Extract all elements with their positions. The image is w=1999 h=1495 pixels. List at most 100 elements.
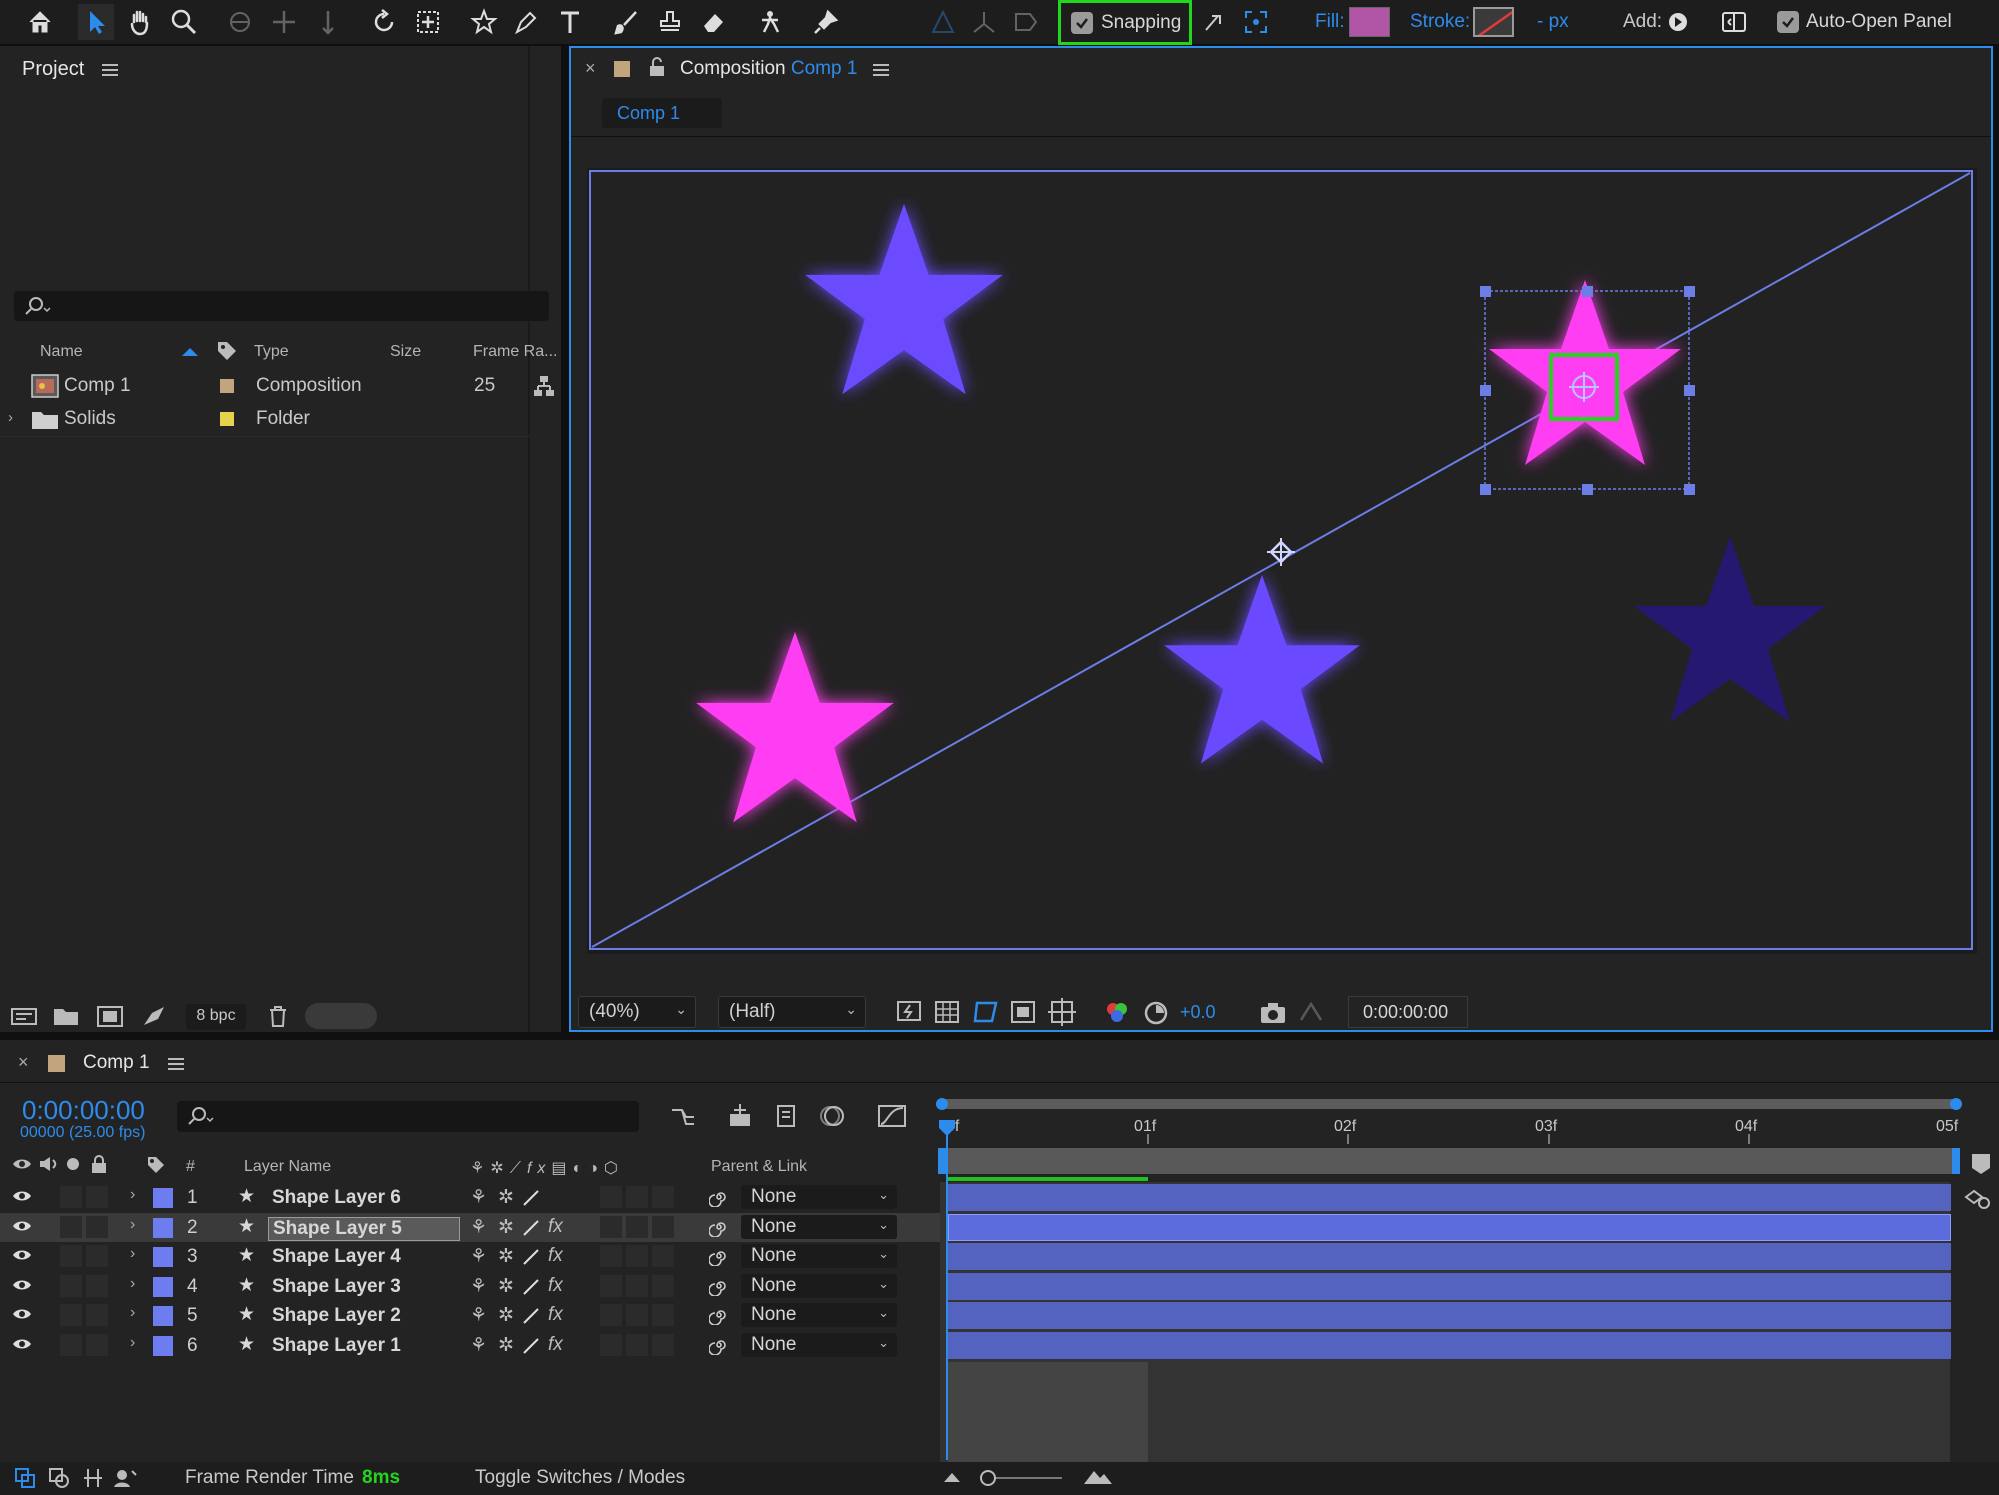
- zoom-tool-icon[interactable]: [166, 4, 202, 40]
- lock-icon[interactable]: [648, 57, 666, 77]
- fx-switch-icon[interactable]: fx: [548, 1245, 563, 1267]
- rotation-tool-icon[interactable]: [366, 4, 402, 40]
- toggle-switches-modes-button[interactable]: Toggle Switches / Modes: [475, 1467, 685, 1489]
- star-shape-layer-3[interactable]: [1164, 574, 1360, 764]
- current-time-display[interactable]: 0:00:00:00: [22, 1095, 145, 1126]
- snapping-toggle[interactable]: Snapping: [1058, 0, 1192, 45]
- mask-visibility-icon[interactable]: [972, 999, 1000, 1025]
- shy-switch-icon[interactable]: ⚘: [470, 1334, 487, 1357]
- 3d-layer-switch[interactable]: [652, 1216, 674, 1238]
- work-area-end-handle[interactable]: [1950, 1098, 1962, 1110]
- project-search-input[interactable]: [14, 291, 549, 321]
- layer-row[interactable]: › 4 ★ Shape Layer 3 ⚘ ✲ fx None ⌄: [0, 1272, 940, 1301]
- stroke-width-field[interactable]: - px: [1537, 11, 1569, 33]
- layer-label-color[interactable]: [153, 1336, 173, 1356]
- solo-switch[interactable]: [60, 1245, 82, 1267]
- lock-switch[interactable]: [86, 1334, 108, 1356]
- column-frame-rate[interactable]: Frame Ra...: [473, 343, 557, 361]
- pick-whip-spiral-icon[interactable]: [709, 1335, 729, 1355]
- expand-chevron-icon[interactable]: ›: [8, 409, 13, 426]
- work-area-bar[interactable]: [936, 1099, 1961, 1109]
- layer-label-color[interactable]: [153, 1247, 173, 1267]
- collapse-switch-icon[interactable]: ✲: [498, 1334, 514, 1357]
- reset-exposure-icon[interactable]: [1143, 1000, 1169, 1026]
- close-tab-icon[interactable]: ×: [585, 58, 596, 79]
- layer-name[interactable]: Shape Layer 1: [272, 1335, 401, 1357]
- quality-switch-icon[interactable]: [522, 1248, 540, 1266]
- lock-switch[interactable]: [86, 1245, 108, 1267]
- shy-switch-icon[interactable]: ⚘: [470, 1186, 487, 1209]
- quality-switch-icon[interactable]: [522, 1307, 540, 1325]
- 3d-layer-switch[interactable]: [652, 1245, 674, 1267]
- parent-dropdown[interactable]: None ⌄: [741, 1215, 897, 1239]
- channel-rgb-icon[interactable]: [1104, 1000, 1130, 1026]
- snapshot-camera-icon[interactable]: [1259, 1001, 1287, 1025]
- shy-switch-icon[interactable]: ⚘: [470, 1245, 487, 1268]
- grid-guides-icon[interactable]: [1048, 998, 1076, 1026]
- collapse-switch-icon[interactable]: ✲: [498, 1304, 514, 1327]
- expand-chevron-icon[interactable]: ›: [130, 1275, 135, 1293]
- timeline-menu-icon[interactable]: [168, 1058, 184, 1070]
- layer-name[interactable]: Shape Layer 4: [272, 1246, 401, 1268]
- keyframe-nav-icon[interactable]: [1964, 1187, 1992, 1213]
- adjust-project-settings-icon[interactable]: [140, 1005, 168, 1027]
- viewer-tab[interactable]: Composition Comp 1: [680, 58, 857, 80]
- collapse-switch-icon[interactable]: ✲: [498, 1245, 514, 1268]
- interpret-footage-icon[interactable]: [10, 1005, 38, 1027]
- layer-name[interactable]: Shape Layer 5: [268, 1217, 460, 1241]
- adjustment-switch[interactable]: [626, 1334, 648, 1356]
- parent-dropdown[interactable]: None ⌄: [741, 1303, 897, 1327]
- add-property-icon[interactable]: [1660, 4, 1696, 40]
- panel-toggle-icon[interactable]: [1716, 4, 1752, 40]
- auto-open-checkbox[interactable]: [1777, 11, 1799, 33]
- layer-duration-bar[interactable]: [948, 1332, 1951, 1359]
- home-icon[interactable]: [22, 4, 58, 40]
- zoom-out-mountain-icon[interactable]: [942, 1470, 962, 1484]
- thumbnail-slider[interactable]: [305, 1003, 377, 1029]
- shy-switch-icon[interactable]: ⚘: [470, 1216, 487, 1239]
- quality-switch-icon[interactable]: [522, 1189, 540, 1207]
- world-axis-mode-icon[interactable]: [966, 4, 1002, 40]
- expand-chevron-icon[interactable]: ›: [130, 1216, 135, 1234]
- navigator-end-handle[interactable]: [1952, 1148, 1960, 1174]
- hide-shy-layers-icon[interactable]: [772, 1102, 800, 1130]
- fx-switch-icon[interactable]: fx: [548, 1304, 563, 1326]
- quality-switch-icon[interactable]: [522, 1337, 540, 1355]
- 3d-layer-switch[interactable]: [652, 1275, 674, 1297]
- layer-row[interactable]: › 5 ★ Shape Layer 2 ⚘ ✲ fx None ⌄: [0, 1301, 940, 1330]
- column-type[interactable]: Type: [254, 343, 289, 361]
- transparency-grid-icon[interactable]: [934, 1000, 960, 1024]
- solo-switch[interactable]: [60, 1186, 82, 1208]
- quality-switch-icon[interactable]: [522, 1219, 540, 1237]
- lock-switch[interactable]: [86, 1216, 108, 1238]
- lock-switch[interactable]: [86, 1275, 108, 1297]
- new-composition-icon[interactable]: [96, 1005, 124, 1027]
- stroke-label[interactable]: Stroke:: [1410, 11, 1470, 33]
- show-snapshot-icon[interactable]: [1297, 1000, 1323, 1026]
- collapse-switch-icon[interactable]: ✲: [498, 1186, 514, 1209]
- pan-camera-icon[interactable]: [266, 4, 302, 40]
- layer-duration-bar[interactable]: [948, 1184, 1951, 1211]
- path-midpoint-icon[interactable]: [1267, 538, 1295, 566]
- label-tag-icon[interactable]: [216, 340, 238, 362]
- draft-3d-icon[interactable]: [726, 1102, 754, 1130]
- snap-feather-icon[interactable]: [1196, 4, 1232, 40]
- fast-previews-icon[interactable]: [896, 1000, 922, 1024]
- motion-blur-switch[interactable]: [600, 1304, 622, 1326]
- graph-editor-icon[interactable]: [877, 1102, 907, 1130]
- 3d-layer-switch[interactable]: [652, 1334, 674, 1356]
- brush-tool-icon[interactable]: [608, 4, 644, 40]
- expand-chevron-icon[interactable]: ›: [130, 1186, 135, 1204]
- layer-label-color[interactable]: [153, 1277, 173, 1297]
- zoom-in-mountain-icon[interactable]: [1082, 1468, 1114, 1486]
- expand-chevron-icon[interactable]: ›: [130, 1334, 135, 1352]
- project-item-solids[interactable]: › Solids Folder: [0, 403, 530, 435]
- snapping-checkbox[interactable]: [1071, 11, 1093, 34]
- layer-label-color[interactable]: [153, 1188, 173, 1208]
- dolly-camera-icon[interactable]: [310, 4, 346, 40]
- 3d-layer-switch[interactable]: [652, 1186, 674, 1208]
- flowchart-icon[interactable]: [532, 374, 556, 398]
- sort-ascending-icon[interactable]: [180, 346, 200, 358]
- solo-switch[interactable]: [60, 1275, 82, 1297]
- fill-label[interactable]: Fill:: [1315, 11, 1345, 33]
